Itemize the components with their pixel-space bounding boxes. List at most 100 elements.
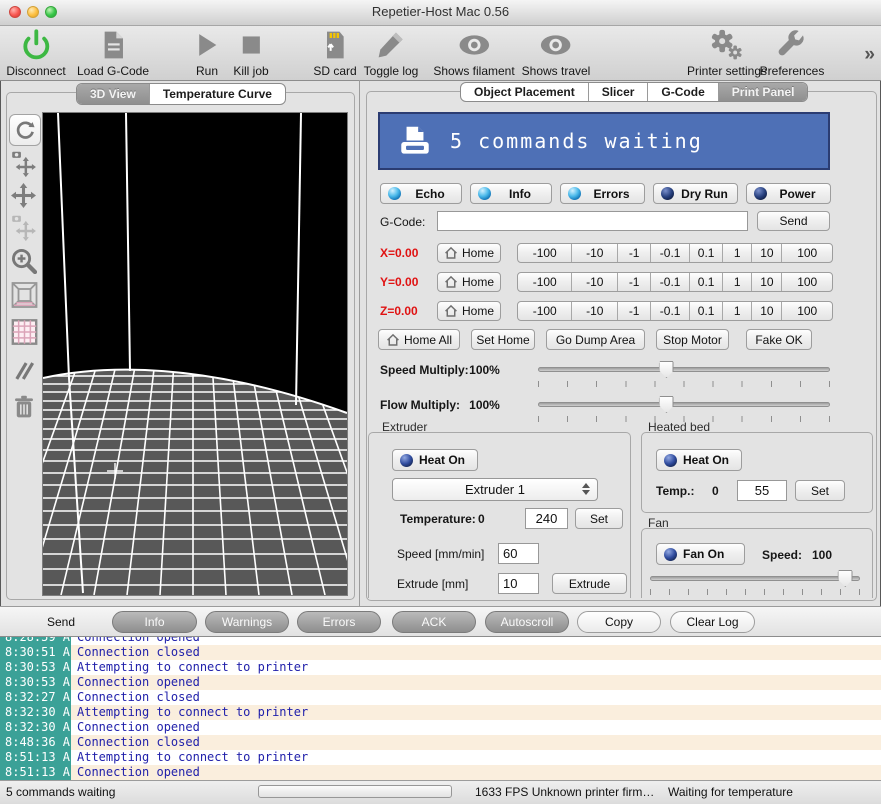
toolbar-label: Disconnect: [6, 64, 65, 78]
flow-multiply-slider[interactable]: [538, 396, 830, 413]
jog-button[interactable]: 10: [751, 273, 781, 291]
toggle-log-button[interactable]: Toggle log: [364, 29, 419, 80]
fan-speed-slider[interactable]: [650, 570, 860, 587]
extruder-speed-input[interactable]: [498, 543, 539, 564]
slider-thumb[interactable]: [838, 570, 853, 587]
delete-object-button[interactable]: [11, 393, 37, 426]
jog-button[interactable]: 0.1: [689, 244, 722, 262]
toolbar-overflow-chevron-icon[interactable]: »: [864, 44, 875, 66]
stop-motor-button[interactable]: Stop Motor: [656, 329, 729, 350]
extruder-temp-input[interactable]: [525, 508, 568, 529]
home-axis-button[interactable]: Home: [437, 272, 501, 292]
speed-multiply-value: 100%: [462, 363, 507, 377]
button-label: Home: [462, 246, 494, 260]
tab-gcode[interactable]: G-Code: [647, 83, 717, 101]
log-filter-info[interactable]: Info: [112, 611, 197, 633]
speed-multiply-slider[interactable]: [538, 361, 830, 378]
jog-button[interactable]: 100: [781, 244, 832, 262]
printer-settings-button[interactable]: Printer settings: [687, 29, 767, 80]
toggle-errors[interactable]: Errors: [560, 183, 645, 204]
gcode-input[interactable]: [437, 211, 748, 231]
sd-card-button[interactable]: SD card: [313, 29, 356, 80]
log-copy-button[interactable]: Copy: [577, 611, 661, 633]
preferences-button[interactable]: Preferences: [760, 29, 825, 80]
tab-temperature-curve[interactable]: Temperature Curve: [149, 84, 285, 104]
home-axis-button[interactable]: Home: [437, 301, 501, 321]
log-filter-warnings[interactable]: Warnings: [205, 611, 289, 633]
fan-on-button[interactable]: Fan On: [656, 543, 745, 565]
jog-button[interactable]: -100: [518, 302, 571, 320]
toggle-echo[interactable]: Echo: [380, 183, 462, 204]
jog-button[interactable]: 0.1: [689, 302, 722, 320]
move-icon: [11, 183, 36, 208]
slider-thumb[interactable]: [659, 396, 674, 413]
jog-button[interactable]: -100: [518, 244, 571, 262]
jog-button-group: -100-10-1-0.10.1110100: [517, 301, 833, 321]
jog-button[interactable]: -10: [571, 244, 617, 262]
zoom-view-button[interactable]: [11, 248, 37, 279]
jog-button[interactable]: -1: [617, 273, 650, 291]
go-dump-area-button[interactable]: Go Dump Area: [546, 329, 645, 350]
log-send-button[interactable]: Send: [47, 615, 75, 629]
toggle-dry-run[interactable]: Dry Run: [653, 183, 738, 204]
tab-3d-view[interactable]: 3D View: [77, 84, 149, 104]
jog-button[interactable]: 1: [722, 244, 751, 262]
extrude-button[interactable]: Extrude: [552, 573, 627, 594]
jog-button[interactable]: 10: [751, 302, 781, 320]
shows-travel-button[interactable]: Shows travel: [522, 29, 591, 80]
toggle-info[interactable]: Info: [470, 183, 552, 204]
jog-button[interactable]: 100: [781, 302, 832, 320]
jog-button[interactable]: -1: [617, 244, 650, 262]
jog-button[interactable]: -10: [571, 302, 617, 320]
extruder-temp-set-button[interactable]: Set: [575, 508, 623, 529]
home-axis-button[interactable]: Home: [437, 243, 501, 263]
tab-object-placement[interactable]: Object Placement: [461, 83, 588, 101]
jog-button[interactable]: 0.1: [689, 273, 722, 291]
jog-button[interactable]: -10: [571, 273, 617, 291]
jog-button[interactable]: 10: [751, 244, 781, 262]
load-gcode-button[interactable]: Load G-Code: [77, 29, 149, 80]
tab-print-panel[interactable]: Print Panel: [718, 83, 808, 101]
fake-ok-button[interactable]: Fake OK: [746, 329, 812, 350]
bed-temp-set-button[interactable]: Set: [795, 480, 845, 501]
gcode-send-button[interactable]: Send: [757, 211, 830, 231]
rotate-view-button[interactable]: [9, 114, 41, 146]
move-viewpoint-button[interactable]: [11, 151, 37, 182]
log-output[interactable]: 8:28:59 AConnection opened8:30:51 AConne…: [0, 637, 881, 780]
extrude-amount-input[interactable]: [498, 573, 539, 594]
extruder-select[interactable]: Extruder 1: [392, 478, 598, 501]
home-all-button[interactable]: Home All: [378, 329, 460, 350]
jog-button[interactable]: -100: [518, 273, 571, 291]
parallel-projection-button[interactable]: [11, 358, 37, 389]
run-button[interactable]: Run: [193, 29, 221, 80]
jog-button[interactable]: 100: [781, 273, 832, 291]
toggle-power[interactable]: Power: [746, 183, 831, 204]
jog-button[interactable]: -0.1: [650, 302, 689, 320]
jog-button[interactable]: -0.1: [650, 273, 689, 291]
top-view-button[interactable]: [11, 318, 38, 351]
jog-button[interactable]: 1: [722, 273, 751, 291]
move-print-head-button[interactable]: [11, 215, 37, 246]
slider-thumb[interactable]: [659, 361, 674, 378]
bed-heat-on-button[interactable]: Heat On: [656, 449, 742, 471]
viewport-3d[interactable]: [42, 112, 348, 596]
kill-job-button[interactable]: Kill job: [233, 29, 268, 80]
bed-temp-input[interactable]: [737, 480, 787, 501]
extruder-heat-on-button[interactable]: Heat On: [392, 449, 478, 471]
perspective-view-button[interactable]: [11, 281, 38, 314]
log-filter-errors[interactable]: Errors: [297, 611, 381, 633]
jog-button-group: -100-10-1-0.10.1110100: [517, 272, 833, 292]
log-filter-ack[interactable]: ACK: [392, 611, 476, 633]
disconnect-button[interactable]: Disconnect: [6, 29, 65, 80]
tab-slicer[interactable]: Slicer: [588, 83, 648, 101]
jog-button[interactable]: -1: [617, 302, 650, 320]
shows-filament-button[interactable]: Shows filament: [433, 29, 514, 80]
jog-button[interactable]: 1: [722, 302, 751, 320]
log-timestamp: 8:51:13 A: [0, 750, 71, 765]
log-row: 8:51:13 AAttempting to connect to printe…: [0, 750, 881, 765]
set-home-button[interactable]: Set Home: [471, 329, 535, 350]
log-clear-button[interactable]: Clear Log: [670, 611, 755, 633]
jog-button[interactable]: -0.1: [650, 244, 689, 262]
move-object-button[interactable]: [11, 183, 36, 213]
log-autoscroll-toggle[interactable]: Autoscroll: [485, 611, 569, 633]
